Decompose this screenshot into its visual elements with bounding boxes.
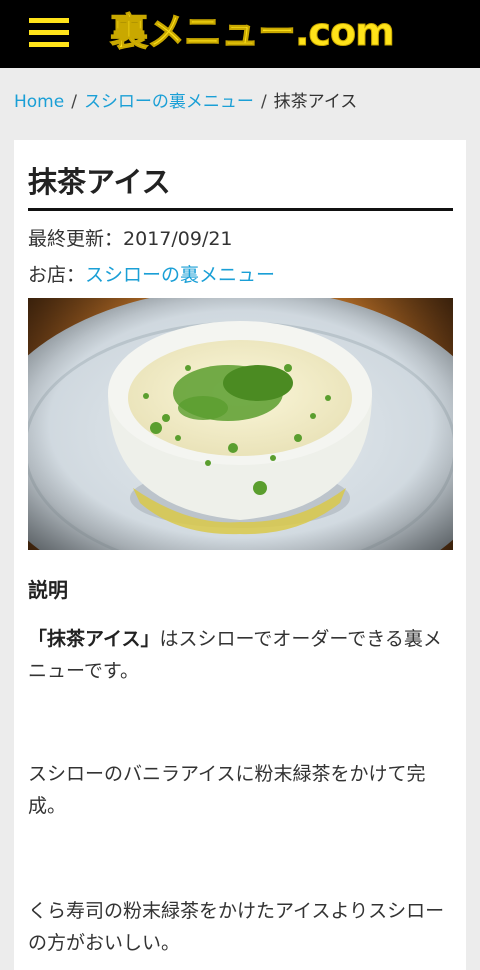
description-paragraph-3: くら寿司の粉末緑茶をかけたアイスよりスシローの方がおいしい。 <box>28 900 445 954</box>
menu-bar-line <box>29 18 69 23</box>
site-header: 裏メニュー.com <box>0 0 480 68</box>
last-updated-label: 最終更新： <box>28 228 124 250</box>
breadcrumb-category-link[interactable]: スシローの裏メニュー <box>84 92 254 112</box>
article-title: 抹茶アイス <box>28 160 453 211</box>
hamburger-menu-icon[interactable] <box>29 15 69 49</box>
article-card: 抹茶アイス 最終更新：2017/09/21 お店：スシローの裏メニュー 説明 「… <box>14 140 466 970</box>
breadcrumb-separator: / <box>71 92 77 112</box>
matcha-ice-cream-photo <box>28 298 453 550</box>
shop-label: お店： <box>28 264 86 286</box>
last-updated: 最終更新：2017/09/21 <box>28 226 233 252</box>
breadcrumb-separator: / <box>260 92 267 112</box>
breadcrumb: Home / スシローの裏メニュー / 抹茶アイス <box>14 90 470 114</box>
menu-name-bold: 「抹茶アイス」 <box>28 628 160 650</box>
description-heading: 説明 <box>28 578 68 602</box>
last-updated-date: 2017/09/21 <box>123 228 233 250</box>
site-logo[interactable]: 裏メニュー.com <box>110 6 396 58</box>
menu-bar-line <box>29 42 69 47</box>
menu-bar-line <box>29 30 69 35</box>
shop-info: お店：スシローの裏メニュー <box>28 262 275 288</box>
shop-link[interactable]: スシローの裏メニュー <box>85 264 275 286</box>
photo-illustration <box>28 298 453 550</box>
description-paragraph-1: 「抹茶アイス」はスシローでオーダーできる裏メニューです。 <box>28 623 453 687</box>
description-paragraph-2: スシローのバニラアイスに粉末緑茶をかけて完成。 <box>28 763 426 817</box>
breadcrumb-current: 抹茶アイス <box>273 92 358 112</box>
breadcrumb-home-link[interactable]: Home <box>14 92 64 112</box>
